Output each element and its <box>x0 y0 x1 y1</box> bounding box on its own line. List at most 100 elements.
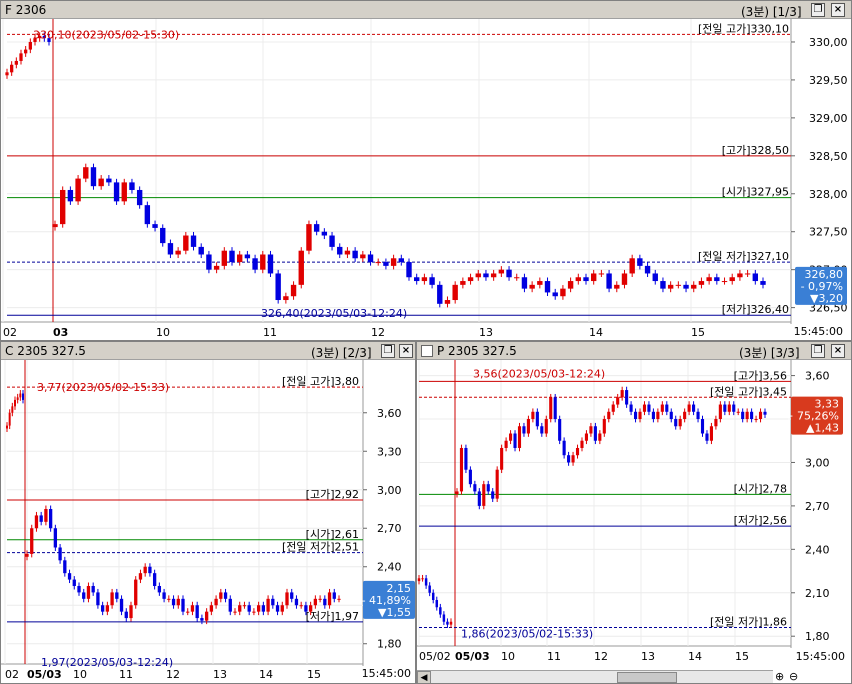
call-candlestick-chart[interactable]: 3,603,303,002,702,402,101,800205/0310111… <box>1 342 416 684</box>
prev-day-candle <box>22 393 24 400</box>
y-tick-label: 3,30 <box>377 445 402 458</box>
today-candle <box>602 419 606 434</box>
today-candle <box>571 455 575 463</box>
today-candle <box>736 411 740 413</box>
today-candle <box>589 426 593 434</box>
x-tick-label: 15 <box>735 650 749 663</box>
today-candle <box>143 566 147 574</box>
y-tick-label: 3,00 <box>377 484 402 497</box>
horizontal-scrollbar[interactable]: ◀ <box>417 670 773 683</box>
price-reference-label: [시가]327,95 <box>722 186 789 199</box>
y-tick-label: 3,00 <box>805 456 830 469</box>
today-candle <box>517 426 522 448</box>
today-candle <box>737 273 743 278</box>
today-candle <box>167 598 171 600</box>
today-candle <box>72 579 76 586</box>
today-candle <box>591 273 597 282</box>
today-candle <box>280 605 284 612</box>
prev-day-candle <box>11 406 14 413</box>
today-candle <box>318 598 322 600</box>
prev-day-candle <box>442 614 446 622</box>
today-candle <box>625 390 629 405</box>
price-reference-label: [고가]3,56 <box>734 369 787 382</box>
today-candle <box>452 284 458 301</box>
zoom-out-icon[interactable]: ⊖ <box>789 670 798 683</box>
today-candle <box>741 411 745 420</box>
x-tick-label: 02 <box>3 326 17 339</box>
today-candle <box>535 411 539 427</box>
today-candle <box>491 491 495 499</box>
today-candle <box>221 250 227 266</box>
today-candle <box>129 605 133 619</box>
today-candle <box>367 254 374 263</box>
prev-day-candle <box>428 585 431 593</box>
x-tick-label: 11 <box>119 668 133 681</box>
today-candle <box>698 281 705 285</box>
today-candle <box>176 598 180 606</box>
today-candle <box>321 231 328 236</box>
y-tick-label: 327,50 <box>809 226 848 239</box>
today-candle <box>696 411 700 420</box>
futures-candlestick-chart[interactable]: 330,00329,50329,00328,50328,00327,50327,… <box>1 1 852 341</box>
today-candle <box>621 273 628 285</box>
today-candle <box>82 592 86 599</box>
today-candle <box>647 404 651 412</box>
today-candle <box>110 592 114 606</box>
today-candle <box>91 585 95 593</box>
y-tick-label: 1,80 <box>805 630 830 643</box>
x-tick-label: 05/03 <box>455 650 490 663</box>
today-candle <box>360 254 366 259</box>
put-candlestick-chart[interactable]: 3,603,303,002,702,402,101,8005/0205/0310… <box>417 342 852 684</box>
x-tick-label: 13 <box>641 650 655 663</box>
call-chart-panel: C 2305 327.5 (3분) [2/3] ❐ × 3,60 3,30 3,00… <box>0 341 416 684</box>
today-candle <box>745 411 749 420</box>
today-candle <box>83 167 89 179</box>
x-tick-label: 03 <box>53 326 68 339</box>
today-candle <box>167 243 174 255</box>
today-candle <box>138 573 143 580</box>
today-candle <box>665 404 669 412</box>
today-candle <box>504 440 508 448</box>
prev-day-candle <box>435 600 439 608</box>
today-candle <box>308 605 313 612</box>
today-candle <box>242 605 247 607</box>
price-reference-label: [전일 고가]330,10 <box>698 21 789 35</box>
today-candle <box>683 411 687 420</box>
today-candle <box>638 411 642 420</box>
today-candle <box>473 484 477 492</box>
today-candle <box>344 250 351 255</box>
today-candle <box>752 273 758 282</box>
today-candle <box>660 281 666 289</box>
price-reference-label: [전일 고가]3,80 <box>282 374 359 388</box>
zoom-in-icon[interactable]: ⊕ <box>775 670 784 683</box>
high-annotation: 3,77(2023/05/02-15:33) <box>37 381 169 394</box>
price-reference-label: [고가]2,92 <box>306 488 359 501</box>
today-candle <box>644 265 651 274</box>
prev-day-candle <box>417 578 421 582</box>
price-reference-label: [고가]328,50 <box>722 144 789 157</box>
today-candle <box>444 300 451 304</box>
current-value-badge-text: ▼1,55 <box>378 606 411 619</box>
today-candle <box>714 419 718 427</box>
price-reference-label: [저가]326,40 <box>722 303 789 316</box>
y-tick-label: 2,70 <box>377 522 402 535</box>
today-candle <box>119 598 124 612</box>
y-tick-label: 330,00 <box>809 36 848 49</box>
today-candle <box>206 254 212 270</box>
today-candle <box>252 258 258 270</box>
today-candle <box>213 265 220 270</box>
today-candle <box>729 277 735 282</box>
low-annotation: 1,86(2023/05/02-15:33) <box>461 628 593 641</box>
today-candle <box>642 404 647 412</box>
scrollbar-thumb[interactable] <box>617 672 677 683</box>
today-candle <box>290 592 294 599</box>
today-candle <box>306 224 312 251</box>
today-candle <box>337 246 343 255</box>
today-candle <box>53 528 58 548</box>
today-candle <box>575 447 580 456</box>
scroll-left-icon[interactable]: ◀ <box>417 671 431 683</box>
today-candle <box>692 404 696 412</box>
low-annotation: 1,97(2023/05/03-12:24) <box>41 656 173 669</box>
today-candle <box>758 411 763 420</box>
today-candle <box>52 224 58 228</box>
